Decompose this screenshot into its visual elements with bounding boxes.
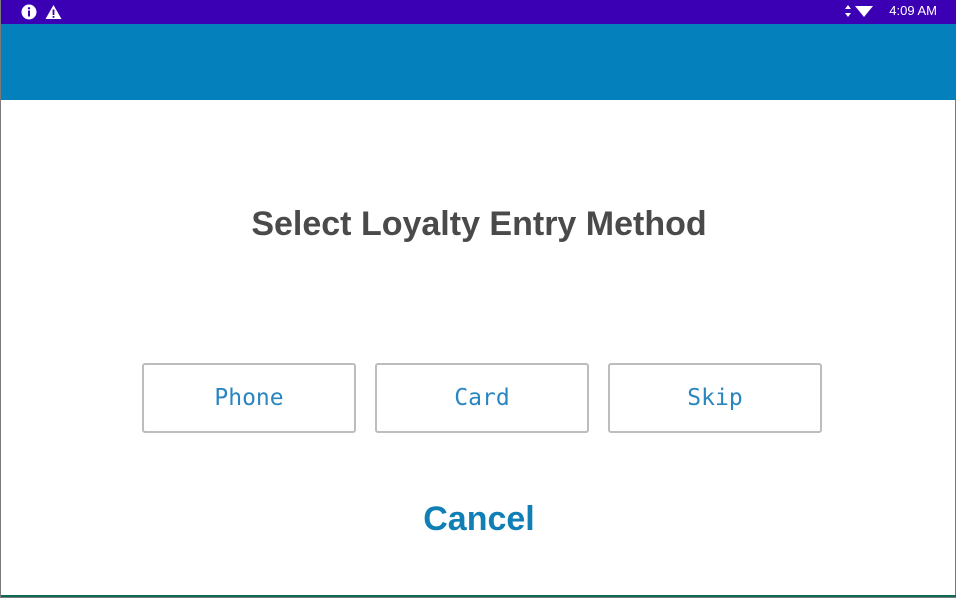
cancel-area: Cancel [1, 500, 956, 539]
status-time: 4:09 AM [889, 3, 937, 18]
wifi-icon [855, 4, 874, 18]
app-window: 4:09 AM Select Loyalty Entry Method Phon… [0, 0, 956, 598]
card-button[interactable]: Card [375, 363, 589, 433]
warning-icon [45, 4, 62, 20]
status-left-icons [21, 4, 62, 20]
status-bar: 4:09 AM [1, 0, 956, 24]
cancel-button[interactable]: Cancel [413, 500, 545, 539]
data-transfer-icon [845, 4, 852, 17]
skip-button[interactable]: Skip [608, 363, 822, 433]
bottom-border [1, 595, 956, 597]
phone-button[interactable]: Phone [142, 363, 356, 433]
app-toolbar [1, 24, 956, 100]
dialog-title: Select Loyalty Entry Method [251, 205, 707, 243]
info-icon [21, 4, 37, 20]
status-right-area: 4:09 AM [845, 3, 937, 18]
entry-method-options: Phone Card Skip [142, 363, 822, 433]
